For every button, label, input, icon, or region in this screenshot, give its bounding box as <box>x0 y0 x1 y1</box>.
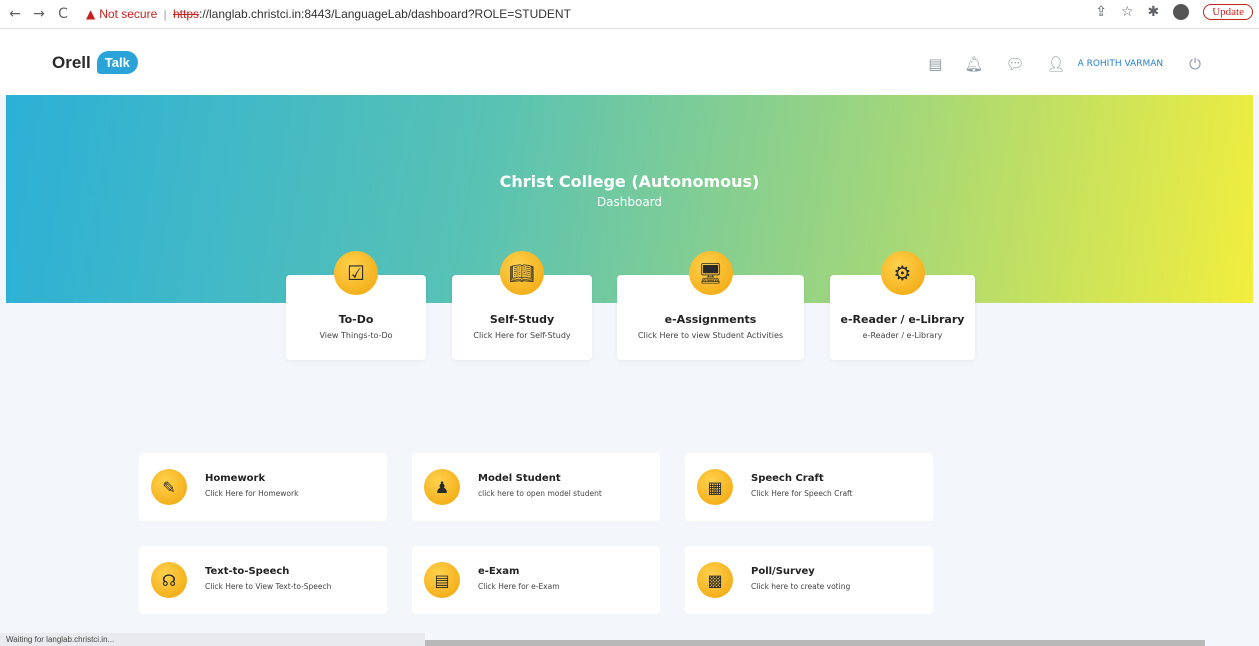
user-name[interactable]: A ROHITH VARMAN <box>1078 59 1164 69</box>
forward-arrow-icon[interactable]: → <box>30 6 48 22</box>
chat-icon[interactable]: 💬︎ <box>1005 55 1024 73</box>
browser-toolbar: ← → C ▲ Not secure | https://langlab.chr… <box>0 0 1259 29</box>
homework-card[interactable]: ✎ Homework Click Here for Homework <box>139 453 387 521</box>
homework-title: Homework <box>205 473 266 484</box>
warning-triangle-icon[interactable]: ▲ <box>86 7 95 21</box>
logout-power-icon[interactable]: ⏻ <box>1189 55 1201 73</box>
college-title: Christ College (Autonomous) <box>499 172 760 191</box>
self-study-title: Self-Study <box>489 313 555 326</box>
orell-talk-logo[interactable]: Orell Talk <box>52 51 138 74</box>
e-assignments-card[interactable]: 🖥︎ e-Assignments Click Here to view Stud… <box>617 251 804 360</box>
e-exam-title: e-Exam <box>478 566 520 577</box>
not-secure-label[interactable]: Not secure <box>99 7 157 21</box>
model-student-card[interactable]: ♟ Model Student click here to open model… <box>412 453 660 521</box>
exam-icon: ▤ <box>424 562 460 598</box>
update-button[interactable]: Update <box>1203 4 1253 20</box>
e-exam-card[interactable]: ▤ e-Exam Click Here for e-Exam <box>412 546 660 614</box>
url-path: ://langlab.christci.in:8443/LanguageLab/… <box>199 7 571 21</box>
user-icon[interactable]: 👤︎ <box>1047 55 1066 73</box>
horizontal-scrollbar[interactable] <box>425 640 1205 646</box>
notes-icon[interactable]: ▤ <box>928 55 942 73</box>
speech-craft-title: Speech Craft <box>751 473 824 484</box>
text-to-speech-title: Text-to-Speech <box>205 566 290 577</box>
e-assignments-subtitle: Click Here to view Student Activities <box>637 331 784 340</box>
bookmark-star-icon[interactable]: ☆ <box>1121 4 1134 20</box>
self-study-card[interactable]: 📖︎ Self-Study Click Here for Self-Study <box>452 251 592 360</box>
computer-screen-icon: 🖥︎ <box>688 251 733 295</box>
speech-craft-icon: ▦ <box>697 469 733 505</box>
model-student-title: Model Student <box>478 473 561 484</box>
poll-survey-title: Poll/Survey <box>751 566 815 577</box>
back-arrow-icon[interactable]: ← <box>6 6 24 22</box>
checklist-icon: ☑ <box>334 251 378 295</box>
browser-status-bar: Waiting for langlab.christci.in... <box>0 633 425 646</box>
e-reader-subtitle: e-Reader / e-Library <box>862 331 943 340</box>
todo-title: To-Do <box>338 313 374 326</box>
model-student-subtitle: click here to open model student <box>478 489 602 498</box>
homework-subtitle: Click Here for Homework <box>205 489 299 498</box>
model-student-icon: ♟ <box>424 469 460 505</box>
text-to-speech-card[interactable]: ☊ Text-to-Speech Click Here to View Text… <box>139 546 387 614</box>
todo-subtitle: View Things-to-Do <box>319 331 393 340</box>
poll-survey-subtitle: Click here to create voting <box>751 582 851 591</box>
reload-icon[interactable]: C <box>54 6 72 22</box>
app-header: Orell Talk ▤ 🔔︎ 💬︎ 👤︎ A ROHITH VARMAN ⏻ <box>0 29 1259 95</box>
speech-craft-card[interactable]: ▦ Speech Craft Click Here for Speech Cra… <box>685 453 933 521</box>
self-study-subtitle: Click Here for Self-Study <box>473 331 571 340</box>
reading-student-icon: 📖︎ <box>500 251 544 295</box>
e-reader-card[interactable]: ⚙ e-Reader / e-Library e-Reader / e-Libr… <box>830 251 975 360</box>
dashboard-subtitle: Dashboard <box>596 195 663 209</box>
e-assignments-title: e-Assignments <box>664 313 757 326</box>
logo-talk-bubble: Talk <box>96 51 138 74</box>
poll-icon: ▩ <box>697 562 733 598</box>
logo-orell-text: Orell <box>52 52 91 72</box>
share-icon[interactable]: ⇪ <box>1095 4 1107 20</box>
speech-craft-subtitle: Click Here for Speech Craft <box>751 489 853 498</box>
text-to-speech-subtitle: Click Here to View Text-to-Speech <box>205 582 332 591</box>
address-bar[interactable]: https://langlab.christci.in:8443/Languag… <box>173 7 571 21</box>
e-reader-title: e-Reader / e-Library <box>840 313 965 326</box>
bell-icon[interactable]: 🔔︎ <box>964 55 983 73</box>
ebook-reader-icon: ⚙ <box>880 251 925 295</box>
extensions-puzzle-icon[interactable]: ✱ <box>1148 4 1160 20</box>
url-separator: | <box>163 7 167 21</box>
header-actions: ▤ 🔔︎ 💬︎ 👤︎ A ROHITH VARMAN ⏻ <box>928 55 1201 73</box>
homework-icon: ✎ <box>151 469 187 505</box>
profile-avatar-icon[interactable] <box>1173 4 1190 20</box>
todo-card[interactable]: ☑ To-Do View Things-to-Do <box>286 251 426 360</box>
poll-survey-card[interactable]: ▩ Poll/Survey Click here to create votin… <box>685 546 933 614</box>
e-exam-subtitle: Click Here for e-Exam <box>478 582 560 591</box>
browser-actions: ⇪ ☆ ✱ Update <box>1095 4 1253 20</box>
url-protocol: https <box>172 7 199 21</box>
text-to-speech-icon: ☊ <box>151 562 187 598</box>
